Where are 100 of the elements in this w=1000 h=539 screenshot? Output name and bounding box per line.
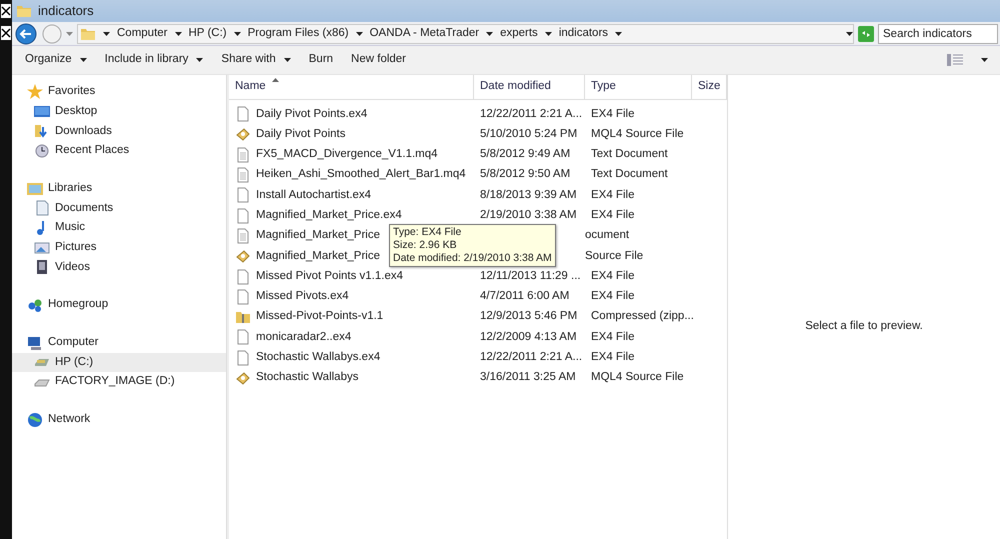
tooltip-line: Date modified: 2/19/2010 3:38 AM [393,252,552,265]
folder-icon [16,3,32,19]
back-button[interactable] [14,22,38,44]
desktop-icon [34,104,50,120]
breadcrumb-link[interactable]: Program Files (x86) [248,24,349,42]
script-file-icon [235,126,251,142]
file-name: Magnified_Market_Price [256,248,380,264]
file-name: Install Autochartist.ex4 [256,188,372,203]
file-icon [235,187,251,204]
table-cell-text: MQL4 Source File [590,126,685,142]
preview-message: Select a file to preview. [805,319,923,334]
star-icon [27,84,43,100]
table-cell-text: EX4 File [590,208,636,223]
table-cell-text: MQL4 Source File [590,370,685,386]
sidebar-item[interactable]: Recent Places [12,141,226,161]
caret-icon[interactable] [486,32,494,36]
toolbar-button[interactable]: Burn [308,49,334,71]
sidebar-item[interactable]: Computer [12,332,226,353]
window-title: indicators [38,2,94,20]
text-file-icon [235,167,251,184]
close-icon[interactable] [1,26,11,40]
table-cell-text: ocument [585,228,630,244]
toolbar-button[interactable]: Organize [25,49,87,71]
table-cell-text: 12/2/2009 4:13 AM [479,330,578,345]
table-cell-text: 12/22/2011 2:21 A... [479,106,584,122]
table-cell-text: EX4 File [590,350,636,366]
search-field[interactable]: Search indicators [878,24,998,44]
table-cell-text: 12/22/2011 2:21 A... [479,350,584,366]
sidebar-item[interactable]: FACTORY_IMAGE (D:) [12,372,226,392]
sidebar-item[interactable]: Desktop [12,102,226,122]
caret-icon[interactable] [103,32,110,36]
people-icon [27,297,43,314]
file-icon [235,106,251,122]
table-cell-text: 3/16/2011 3:25 AM [479,370,577,386]
sidebar-item[interactable]: Pictures [12,238,226,258]
address-bar[interactable]: Computer HP (C:) Program Files (x86) OANDA - MetaTrader experts indicators [77,24,854,44]
caret-icon[interactable] [544,32,552,36]
file-icon [235,268,251,285]
file-name: Daily Pivot Points [256,126,346,142]
tooltip-line: Size: 2.96 KB [393,239,458,252]
table-cell-text: Text Document [590,167,669,182]
file-name: Missed-Pivot-Points-v1.1 [256,309,384,324]
close-icon[interactable] [1,4,11,18]
clock-icon [34,142,50,159]
table-cell-text: 12/9/2013 5:46 PM [479,309,578,324]
sidebar-item[interactable]: Documents [12,198,226,218]
table-cell-text: EX4 File [590,330,636,345]
text-file-icon [235,146,251,163]
zip-folder-icon [235,309,251,326]
toolbar-button[interactable]: Include in library [104,49,204,71]
caret-icon[interactable] [356,32,363,36]
tooltip-line: Type: EX4 File [393,226,462,239]
caret-icon[interactable] [846,32,853,36]
script-file-icon [235,248,251,264]
sidebar-item[interactable]: Libraries [12,178,226,198]
document-icon [34,200,50,216]
breadcrumb-link[interactable]: Computer [117,24,168,42]
table-cell-text: 2/19/2010 3:38 AM [479,208,578,223]
sidebar-item[interactable]: Videos [12,258,226,278]
file-icon [235,288,251,305]
file-name: Daily Pivot Points.ex4 [256,106,368,122]
breadcrumb-link[interactable]: OANDA - MetaTrader [370,24,480,42]
file-icon [235,208,251,224]
file-name: Heiken_Ashi_Smoothed_Alert_Bar1.mq4 [256,167,466,182]
globe-icon [27,412,43,428]
table-cell-text: 5/10/2010 5:24 PM [479,126,578,142]
sort-arrow-icon [272,78,279,82]
file-name: Missed Pivots.ex4 [256,289,349,304]
caret-icon[interactable] [234,32,241,36]
caret-icon[interactable] [615,32,622,36]
file-name: monicaradar2..ex4 [256,330,352,345]
file-icon [235,329,251,346]
file-name: Magnified_Market_Price.ex4 [256,208,402,223]
file-name: Stochastic Wallabys [256,370,358,386]
file-name: Stochastic Wallabys.ex4 [256,350,380,366]
picture-icon [34,240,50,256]
caret-icon[interactable] [981,58,988,62]
sidebar-item[interactable]: Favorites [12,82,226,102]
breadcrumb-link[interactable]: HP (C:) [188,24,227,42]
breadcrumb-link[interactable]: indicators [558,24,608,42]
caret-icon[interactable] [174,32,182,36]
table-cell-text: 8/18/2013 9:39 AM [479,188,578,203]
sidebar-item[interactable]: HP (C:) [12,352,226,372]
sidebar-item[interactable]: Homegroup [12,295,226,315]
toolbar-button[interactable]: Share with [221,49,291,71]
table-cell-text: Text Document [590,147,669,162]
file-name: Missed Pivot Points v1.1.ex4 [256,268,404,284]
sidebar-item[interactable]: Downloads [12,121,226,142]
video-icon [34,259,50,276]
refresh-icon[interactable] [858,26,874,42]
library-icon [27,180,43,197]
file-icon [235,350,251,366]
table-cell-text: EX4 File [590,106,636,122]
breadcrumb-link[interactable]: experts [500,24,538,42]
sidebar-item[interactable]: Music [12,218,226,238]
script-file-icon [235,370,251,386]
text-file-icon [235,228,251,244]
toolbar-button[interactable]: New folder [351,49,406,71]
file-name: FX5_MACD_Divergence_V1.1.mq4 [256,147,438,162]
sidebar-item[interactable]: Network [12,410,226,430]
